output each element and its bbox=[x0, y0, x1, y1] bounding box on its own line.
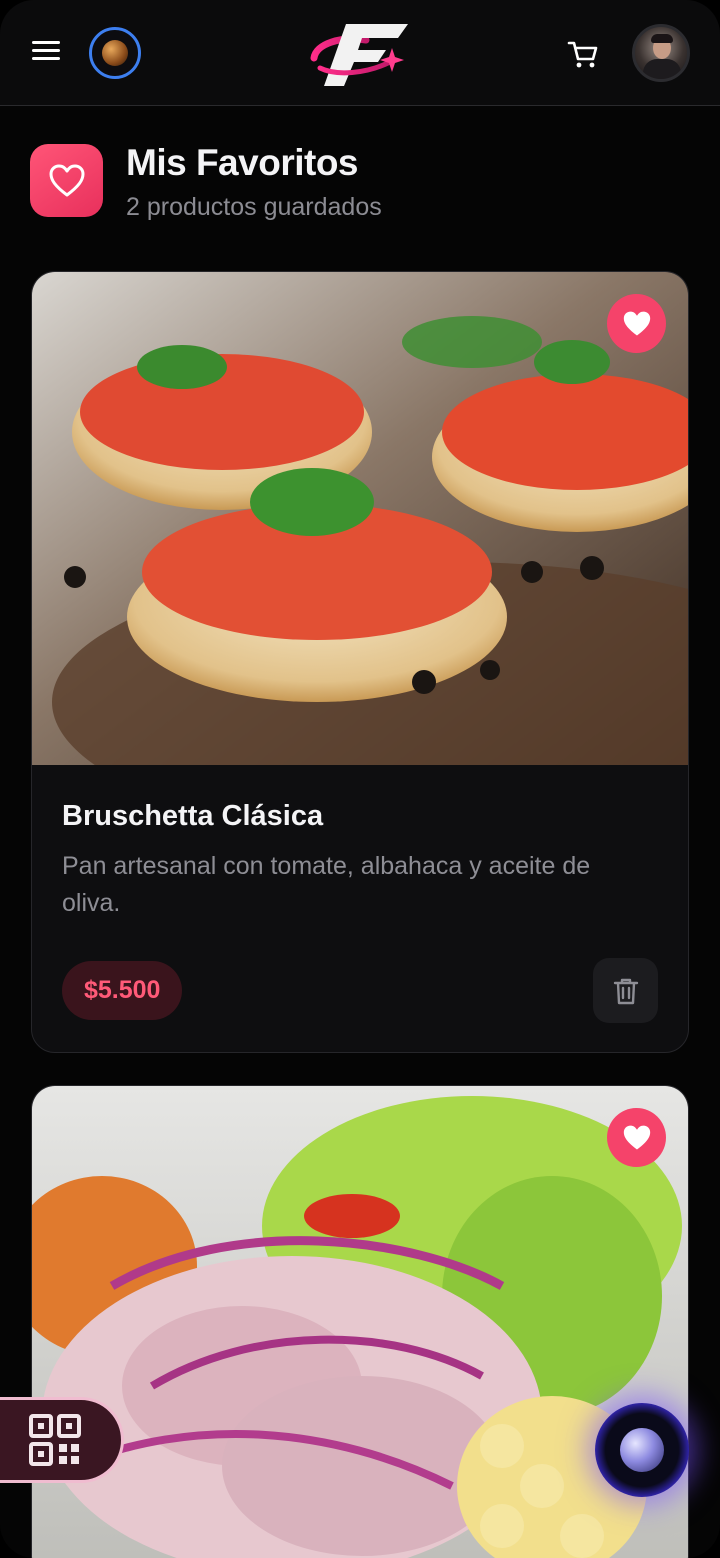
product-name: Bruschetta Clásica bbox=[62, 800, 324, 832]
product-image bbox=[32, 272, 688, 765]
product-description: Pan artesanal con tomate, albahaca y ace… bbox=[62, 852, 591, 917]
saved-count: 2 productos guardados bbox=[126, 193, 382, 221]
cart-icon[interactable] bbox=[566, 37, 600, 71]
heart-outline-icon bbox=[49, 164, 84, 196]
favorites-heart-badge bbox=[30, 144, 103, 217]
user-avatar[interactable] bbox=[632, 24, 690, 82]
planet-icon[interactable] bbox=[89, 27, 141, 79]
app-screen: Mis Favoritos 2 productos guardados Brus… bbox=[0, 0, 720, 1558]
delete-button[interactable] bbox=[593, 958, 658, 1023]
qr-code-icon bbox=[29, 1414, 81, 1466]
menu-icon[interactable] bbox=[30, 36, 66, 70]
trash-icon bbox=[613, 978, 638, 1004]
favorite-toggle-button[interactable] bbox=[607, 1108, 666, 1167]
heart-filled-icon bbox=[623, 311, 650, 336]
product-image bbox=[32, 1086, 688, 1558]
assistant-orb-button[interactable] bbox=[595, 1403, 689, 1497]
top-bar bbox=[0, 0, 720, 106]
brand-logo[interactable] bbox=[306, 18, 414, 90]
heart-filled-icon bbox=[623, 1125, 650, 1150]
page-title: Mis Favoritos bbox=[126, 142, 359, 183]
favorite-toggle-button[interactable] bbox=[607, 294, 666, 353]
product-card[interactable] bbox=[31, 1085, 689, 1558]
price-badge: $5.500 bbox=[62, 961, 183, 1020]
qr-scan-button[interactable] bbox=[0, 1397, 124, 1483]
orb-icon bbox=[620, 1428, 664, 1472]
product-card[interactable]: Bruschetta Clásica Pan artesanal con tom… bbox=[31, 271, 689, 1053]
